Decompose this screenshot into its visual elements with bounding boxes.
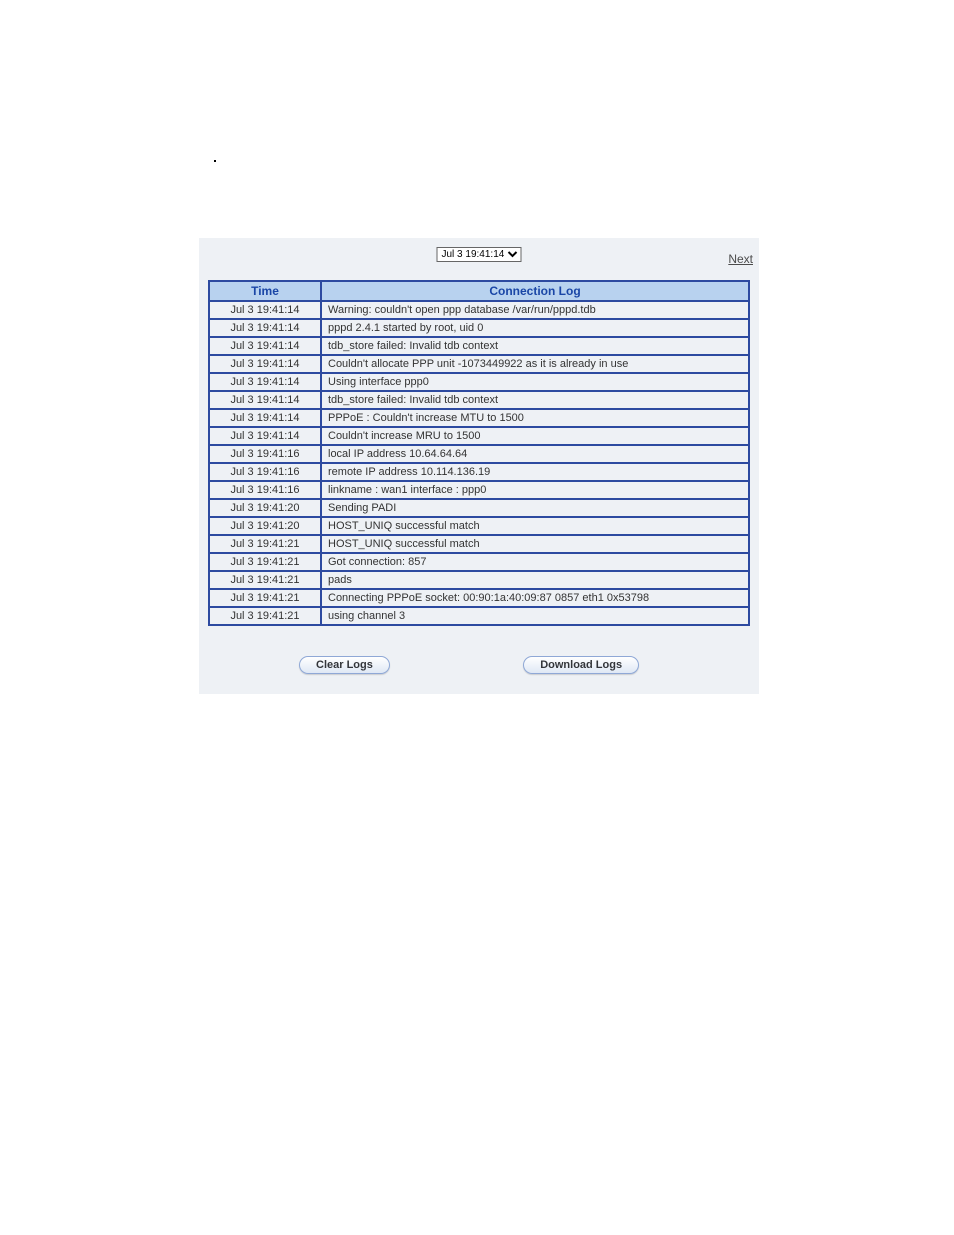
table-row: Jul 3 19:41:20HOST_UNIQ successful match	[209, 517, 749, 535]
log-message-cell: Using interface ppp0	[321, 373, 749, 391]
log-message-cell: remote IP address 10.114.136.19	[321, 463, 749, 481]
log-time-cell: Jul 3 19:41:14	[209, 337, 321, 355]
column-header-time: Time	[209, 281, 321, 301]
table-row: Jul 3 19:41:20Sending PADI	[209, 499, 749, 517]
table-row: Jul 3 19:41:21using channel 3	[209, 607, 749, 625]
log-time-cell: Jul 3 19:41:14	[209, 391, 321, 409]
table-row: Jul 3 19:41:16linkname : wan1 interface …	[209, 481, 749, 499]
log-time-cell: Jul 3 19:41:16	[209, 481, 321, 499]
log-time-cell: Jul 3 19:41:14	[209, 319, 321, 337]
log-message-cell: Sending PADI	[321, 499, 749, 517]
table-row: Jul 3 19:41:16local IP address 10.64.64.…	[209, 445, 749, 463]
log-time-cell: Jul 3 19:41:14	[209, 409, 321, 427]
top-bar: Jul 3 19:41:14 Next	[199, 238, 759, 272]
table-row: Jul 3 19:41:14pppd 2.4.1 started by root…	[209, 319, 749, 337]
log-message-cell: Warning: couldn't open ppp database /var…	[321, 301, 749, 319]
log-time-cell: Jul 3 19:41:14	[209, 373, 321, 391]
table-row: Jul 3 19:41:14Warning: couldn't open ppp…	[209, 301, 749, 319]
table-row: Jul 3 19:41:21Got connection: 857	[209, 553, 749, 571]
table-row: Jul 3 19:41:14tdb_store failed: Invalid …	[209, 391, 749, 409]
table-row: Jul 3 19:41:14PPPoE : Couldn't increase …	[209, 409, 749, 427]
next-link[interactable]: Next	[728, 252, 753, 266]
log-message-cell: Connecting PPPoE socket: 00:90:1a:40:09:…	[321, 589, 749, 607]
log-message-cell: pads	[321, 571, 749, 589]
log-message-cell: tdb_store failed: Invalid tdb context	[321, 337, 749, 355]
log-message-cell: Couldn't increase MRU to 1500	[321, 427, 749, 445]
log-message-cell: pppd 2.4.1 started by root, uid 0	[321, 319, 749, 337]
log-time-cell: Jul 3 19:41:21	[209, 571, 321, 589]
log-message-cell: HOST_UNIQ successful match	[321, 535, 749, 553]
table-row: Jul 3 19:41:16remote IP address 10.114.1…	[209, 463, 749, 481]
log-time-cell: Jul 3 19:41:21	[209, 553, 321, 571]
column-header-log: Connection Log	[321, 281, 749, 301]
table-row: Jul 3 19:41:14Couldn't allocate PPP unit…	[209, 355, 749, 373]
log-message-cell: HOST_UNIQ successful match	[321, 517, 749, 535]
decorative-dot	[214, 160, 216, 162]
log-time-cell: Jul 3 19:41:21	[209, 535, 321, 553]
button-row: Clear Logs Download Logs	[199, 656, 759, 674]
table-row: Jul 3 19:41:21pads	[209, 571, 749, 589]
table-row: Jul 3 19:41:21HOST_UNIQ successful match	[209, 535, 749, 553]
table-row: Jul 3 19:41:14tdb_store failed: Invalid …	[209, 337, 749, 355]
log-message-cell: tdb_store failed: Invalid tdb context	[321, 391, 749, 409]
log-time-cell: Jul 3 19:41:20	[209, 499, 321, 517]
log-time-cell: Jul 3 19:41:21	[209, 589, 321, 607]
table-row: Jul 3 19:41:14Using interface ppp0	[209, 373, 749, 391]
clear-logs-button[interactable]: Clear Logs	[299, 656, 390, 674]
timestamp-select[interactable]: Jul 3 19:41:14	[437, 247, 522, 262]
download-logs-button[interactable]: Download Logs	[523, 656, 639, 674]
log-time-cell: Jul 3 19:41:20	[209, 517, 321, 535]
log-message-cell: PPPoE : Couldn't increase MTU to 1500	[321, 409, 749, 427]
log-time-cell: Jul 3 19:41:16	[209, 445, 321, 463]
table-row: Jul 3 19:41:14Couldn't increase MRU to 1…	[209, 427, 749, 445]
log-time-cell: Jul 3 19:41:16	[209, 463, 321, 481]
log-time-cell: Jul 3 19:41:14	[209, 427, 321, 445]
log-message-cell: Couldn't allocate PPP unit -1073449922 a…	[321, 355, 749, 373]
log-time-cell: Jul 3 19:41:14	[209, 301, 321, 319]
log-time-cell: Jul 3 19:41:14	[209, 355, 321, 373]
connection-log-table: Time Connection Log Jul 3 19:41:14Warnin…	[208, 280, 750, 626]
log-message-cell: local IP address 10.64.64.64	[321, 445, 749, 463]
log-message-cell: linkname : wan1 interface : ppp0	[321, 481, 749, 499]
log-time-cell: Jul 3 19:41:21	[209, 607, 321, 625]
log-message-cell: using channel 3	[321, 607, 749, 625]
log-message-cell: Got connection: 857	[321, 553, 749, 571]
table-row: Jul 3 19:41:21Connecting PPPoE socket: 0…	[209, 589, 749, 607]
connection-log-panel: Jul 3 19:41:14 Next Time Connection Log …	[199, 238, 759, 694]
